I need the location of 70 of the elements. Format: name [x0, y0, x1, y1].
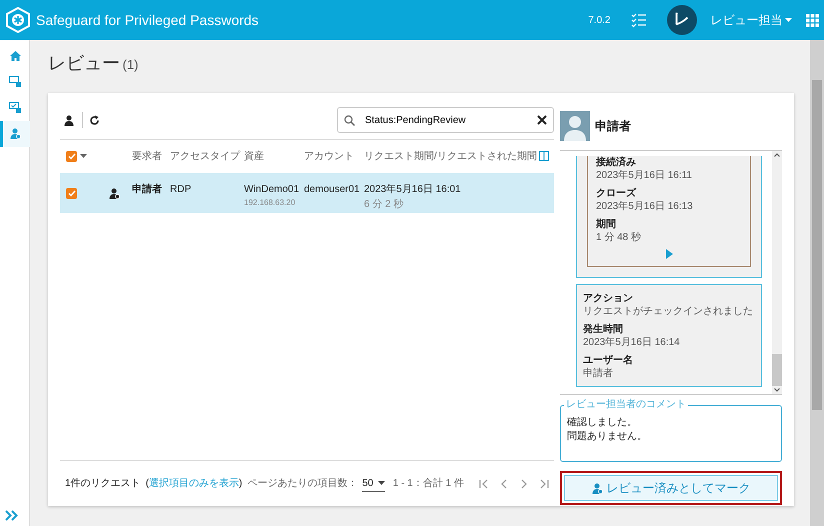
column-header[interactable]: アクセスタイプ — [170, 151, 240, 162]
field-label: アクション — [583, 292, 634, 305]
field-label: 接続済み — [596, 156, 637, 169]
field-label: ユーザー名 — [583, 354, 634, 367]
shield-logo-icon — [5, 7, 31, 33]
field-value: リクエストがチェックインされました — [583, 305, 754, 318]
table-cell: demouser01 — [304, 184, 360, 195]
field-value: 申請者 — [583, 367, 614, 380]
mark-reviewed-button[interactable]: レビュー済みとしてマーク — [564, 475, 778, 501]
nav-button[interactable] — [0, 120, 30, 146]
scroll-down-icon[interactable] — [772, 386, 782, 394]
table-cell: 申請者 — [132, 184, 162, 195]
page-range: 1 - 1：合計 1 件 — [392, 476, 464, 491]
checkbox[interactable] — [66, 151, 77, 162]
field-value: 2023年5月16日 16:14 — [583, 336, 681, 349]
comment-label: レビュー担当者のコメント — [564, 399, 688, 411]
column-header[interactable]: アカウント — [304, 151, 354, 162]
requester-name: 申請者 — [595, 118, 631, 135]
field-value: 2023年5月16日 16:11 — [596, 169, 693, 182]
version-text: 7.0.2 — [588, 14, 610, 28]
column-header[interactable]: リクエスト期間/リクエストされた期間 — [364, 151, 537, 162]
search-input[interactable]: Status:PendingReview — [363, 112, 529, 128]
field-label: クローズ — [596, 187, 638, 200]
next-page-icon[interactable] — [519, 478, 529, 488]
show-selected-link[interactable]: 選択項目のみを表示 — [148, 478, 239, 489]
request-count: 1件のリクエスト — [65, 477, 141, 491]
monitor-check-icon — [9, 102, 21, 113]
per-page-select[interactable]: 50 — [362, 476, 386, 492]
table-cell: RDP — [170, 184, 192, 195]
table-row[interactable]: 申請者 RDP WinDemo01 192.168.63.20 demouser01 2023年5月16日 16:01 6 分 2 秒 — [60, 173, 554, 213]
field-value: 2023年5月16日 16:13 — [596, 200, 694, 213]
caret-icon — [378, 481, 386, 485]
search-icon — [344, 114, 355, 126]
checklist-icon[interactable] — [630, 12, 646, 28]
first-page-icon[interactable] — [479, 478, 489, 488]
caret-icon — [785, 18, 792, 22]
monitor-icon — [9, 76, 21, 87]
columns-icon[interactable] — [539, 149, 549, 164]
page-count: (1) — [122, 56, 138, 74]
table-cell-text: WinDemo01 — [244, 183, 300, 197]
user-review-icon — [592, 482, 602, 494]
field-value: 1 分 48 秒 — [596, 231, 642, 244]
checkbox[interactable] — [66, 188, 77, 199]
play-icon[interactable] — [666, 249, 672, 259]
app-title: Safeguard for Privileged Passwords — [36, 10, 259, 30]
user-avatar[interactable]: レ — [666, 5, 696, 35]
page-scrollbar[interactable] — [810, 40, 824, 526]
field-label: 期間 — [596, 218, 617, 231]
duration-text: 6 分 2 秒 — [364, 198, 404, 212]
column-header[interactable]: 要求者 — [132, 151, 162, 162]
field-label: 発生時間 — [583, 323, 624, 336]
last-page-icon[interactable] — [539, 478, 549, 488]
column-header[interactable]: 資産 — [244, 151, 264, 162]
close-icon[interactable] — [537, 115, 547, 125]
apps-grid-icon[interactable] — [806, 14, 819, 26]
scrollbar[interactable] — [772, 151, 782, 394]
home-icon — [10, 50, 20, 60]
search-field[interactable]: Status:PendingReview — [337, 107, 554, 133]
ip-address: 192.168.63.20 — [244, 197, 296, 209]
user-review-icon — [10, 128, 20, 139]
scroll-thumb[interactable] — [772, 354, 782, 386]
scroll-up-icon[interactable] — [772, 151, 782, 159]
expand-icon[interactable] — [5, 510, 18, 521]
previous-page-icon[interactable] — [499, 478, 509, 488]
table-cell-text: 2023年5月16日 16:01 — [364, 183, 462, 197]
per-page-label: ページあたりの項目数： — [247, 477, 358, 491]
selection-note: (選択項目のみを表示) — [146, 476, 242, 491]
scroll-thumb[interactable] — [812, 80, 822, 410]
page-title: レビュー — [48, 52, 120, 75]
user-review-icon — [108, 188, 120, 199]
